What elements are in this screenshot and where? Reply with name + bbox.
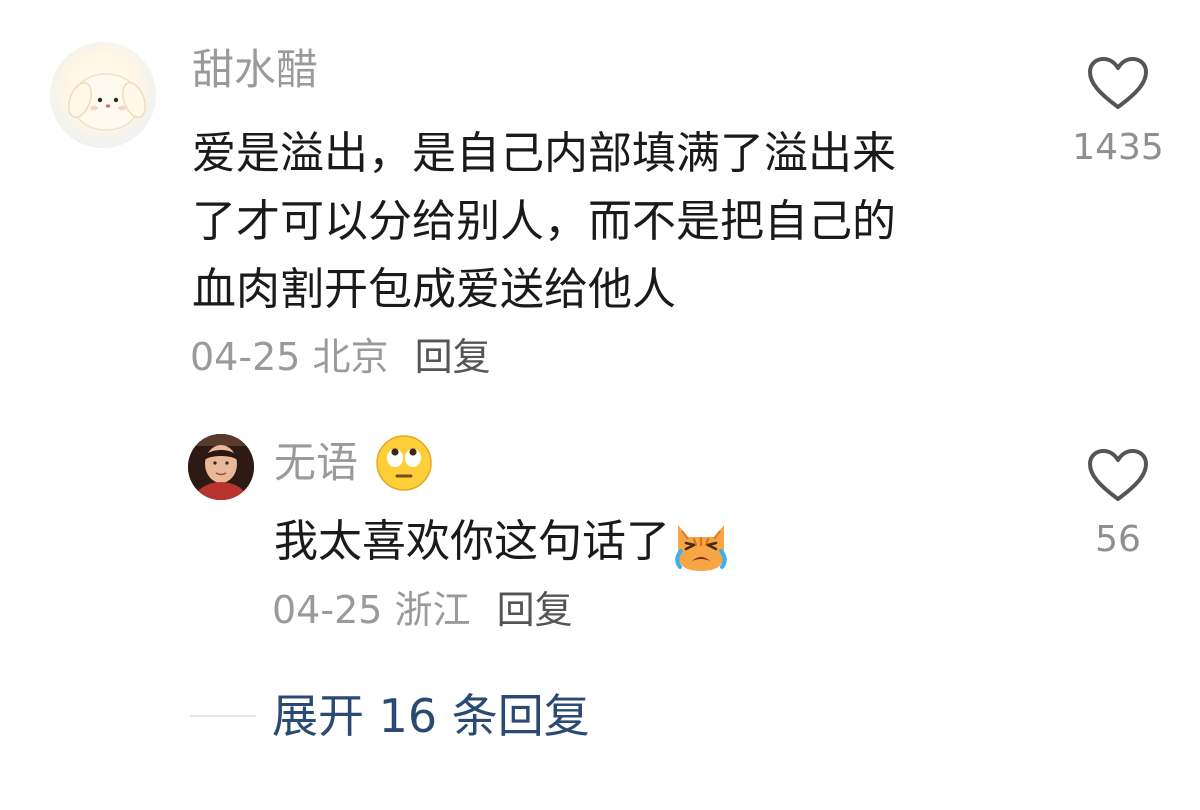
reply-avatar[interactable]	[188, 434, 254, 500]
eye-roll-emoji-icon	[376, 435, 433, 491]
comment-meta: 04-25 北京 回复	[190, 333, 491, 381]
like-button[interactable]: 1435	[1058, 56, 1178, 170]
like-count: 1435	[1072, 127, 1164, 168]
reply-content: 我太喜欢你这句话了	[274, 508, 730, 576]
reply-like-button[interactable]: 56	[1058, 448, 1178, 562]
user-photo-avatar	[188, 434, 254, 500]
comment-content-line: 了才可以分给别人，而不是把自己的	[192, 196, 896, 247]
expand-replies-button[interactable]: 展开 16 条回复	[272, 688, 590, 744]
comment-content-line: 血肉割开包成爱送给他人	[192, 264, 676, 315]
comment-content-line: 爱是溢出，是自己内部填满了溢出来	[192, 128, 896, 179]
reply-content-text: 我太喜欢你这句话了	[274, 516, 670, 567]
reply-username-row: 无语	[274, 434, 433, 492]
comment-username[interactable]: 甜水醋	[192, 44, 318, 96]
reply-username[interactable]: 无语	[274, 438, 358, 487]
reply-meta: 04-25 浙江 回复	[272, 586, 573, 634]
heart-outline-icon	[1088, 57, 1148, 109]
comment-content: 爱是溢出，是自己内部填满了溢出来 了才可以分给别人，而不是把自己的 血肉割开包成…	[192, 120, 1022, 324]
comment-avatar[interactable]	[50, 42, 156, 148]
reply-date: 04-25	[272, 588, 383, 632]
expand-divider	[190, 715, 256, 717]
reply-location: 浙江	[394, 588, 471, 632]
reply-like-count: 56	[1095, 519, 1141, 560]
comment-location: 北京	[312, 335, 389, 379]
comment-date: 04-25	[190, 335, 301, 379]
reply-button[interactable]: 回复	[415, 335, 491, 379]
crying-cat-emoji-icon	[675, 525, 727, 571]
puppy-avatar-icon	[68, 73, 146, 131]
reply-reply-button[interactable]: 回复	[497, 588, 573, 632]
heart-outline-icon	[1088, 449, 1148, 501]
